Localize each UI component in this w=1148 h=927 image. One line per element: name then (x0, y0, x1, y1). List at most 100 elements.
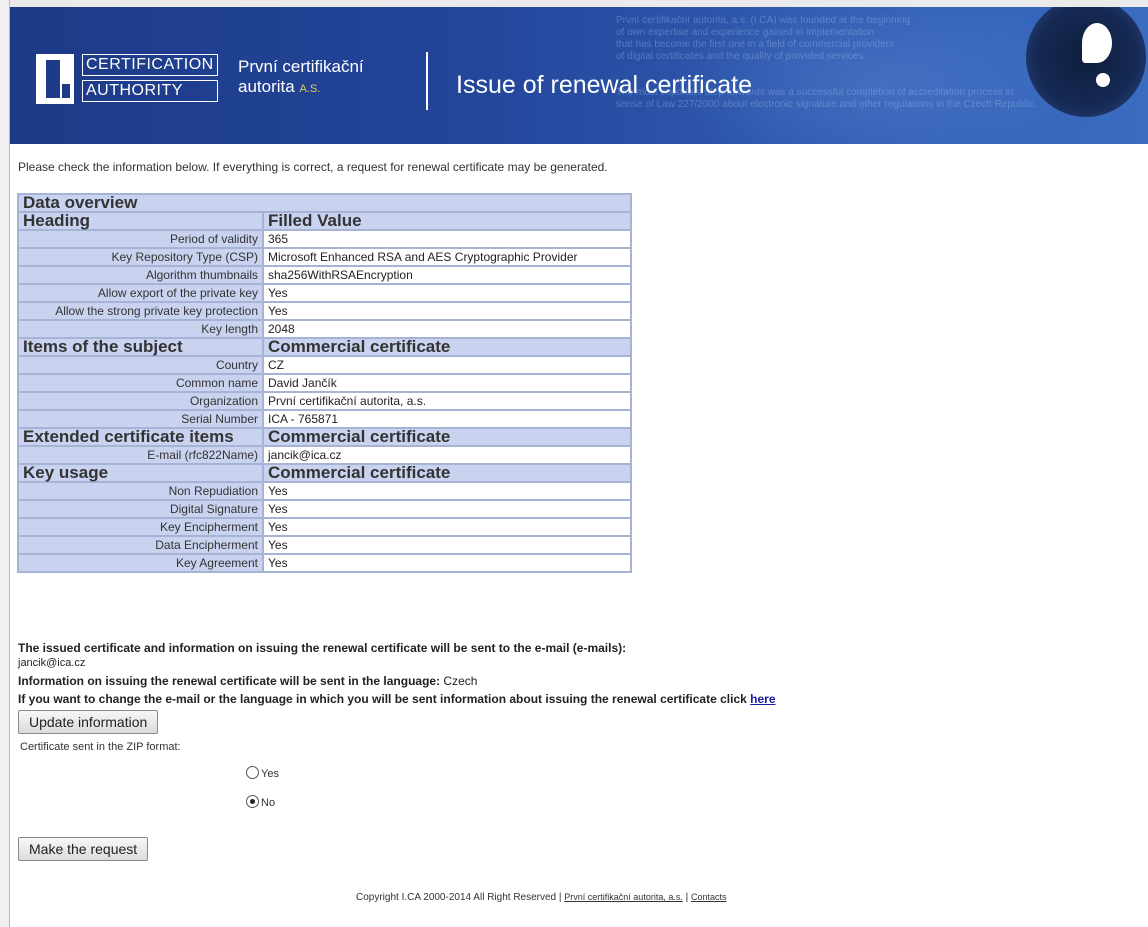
notice-change: If you want to change the e-mail or the … (18, 692, 776, 706)
section-value-heading: Commercial certificate (264, 338, 630, 355)
footer-copyright: Copyright I.CA 2000-2014 All Right Reser… (356, 892, 562, 903)
notice-language-value: Czech (443, 674, 478, 688)
row-label: Allow export of the private key (19, 285, 262, 301)
header-banner: První certifikační autorita, a.s. (I.CA)… (10, 7, 1148, 144)
notice-sent-to-label: The issued certificate and information o… (18, 641, 627, 655)
row-label: Key length (19, 321, 262, 337)
row-label: Country (19, 357, 262, 373)
row-value: Microsoft Enhanced RSA and AES Cryptogra… (264, 249, 630, 265)
row-value: Yes (264, 303, 630, 319)
row-label: E-mail (rfc822Name) (19, 447, 262, 463)
table-row: Key length 2048 (19, 321, 630, 337)
table-row: Common name David Jančík (19, 375, 630, 391)
column-filled-value: Filled Value (264, 212, 630, 229)
table-row: Organization První certifikační autorita,… (19, 393, 630, 409)
table-row: Key Agreement Yes (19, 555, 630, 571)
table-row: Serial Number ICA - 765871 (19, 411, 630, 427)
window-left-edge (0, 0, 10, 927)
row-label: Data Encipherment (19, 537, 262, 553)
column-heading: Heading (19, 212, 262, 229)
section-header-subject: Items of the subject Commercial certific… (19, 338, 630, 355)
data-overview-table: Data overview Heading Filled Value Perio… (17, 193, 632, 573)
row-value: Yes (264, 285, 630, 301)
make-request-button[interactable]: Make the request (18, 837, 149, 861)
brand-name: První certifikační autorita A.S. (238, 57, 364, 99)
row-label: Key Repository Type (CSP) (19, 249, 262, 265)
window-top-edge (0, 0, 1148, 7)
table-row: Key Encipherment Yes (19, 519, 630, 535)
footer-company-link[interactable]: První certifikační autorita, a.s. (564, 892, 683, 902)
row-value: David Jančík (264, 375, 630, 391)
table-title: Data overview (19, 194, 630, 211)
row-value: sha256WithRSAEncryption (264, 267, 630, 283)
brand-suffix: A.S. (299, 83, 321, 95)
header-divider (426, 52, 428, 110)
row-label: Common name (19, 375, 262, 391)
section-value-heading: Commercial certificate (264, 464, 630, 481)
radio-yes-label: Yes (261, 768, 279, 780)
logo-i-mark-icon (36, 54, 74, 104)
row-value: ICA - 765871 (264, 411, 630, 427)
row-value: jancik@ica.cz (264, 447, 630, 463)
footer-separator: | (685, 892, 689, 903)
radio-yes[interactable] (246, 766, 259, 779)
row-label: Organization (19, 393, 262, 409)
table-row: Allow the strong private key protection Y… (19, 303, 630, 319)
row-label: Non Repudiation (19, 483, 262, 499)
update-information-button[interactable]: Update information (18, 710, 159, 734)
row-label: Algorithm thumbnails (19, 267, 262, 283)
page-title: Issue of renewal certificate (456, 71, 752, 99)
radio-no[interactable] (246, 795, 259, 808)
zip-option-yes[interactable]: Yes (246, 765, 279, 780)
brand-line-2: autorita (238, 77, 295, 96)
table-row: Digital Signature Yes (19, 501, 630, 517)
table-row: Non Repudiation Yes (19, 483, 630, 499)
notice-change-text: If you want to change the e-mail or the … (18, 692, 747, 706)
change-here-link[interactable]: here (750, 692, 775, 706)
notice-email: jancik@ica.cz (18, 657, 86, 669)
logo-line-certification: CERTIFICATION (82, 54, 218, 76)
section-value-heading: Commercial certificate (264, 428, 630, 445)
logo-line-authority: AUTHORITY (82, 80, 218, 102)
row-label: Digital Signature (19, 501, 262, 517)
ica-logo[interactable]: CERTIFICATION AUTHORITY (36, 54, 219, 104)
row-value: 2048 (264, 321, 630, 337)
row-label: Key Agreement (19, 555, 262, 571)
row-value: Yes (264, 483, 630, 499)
section-heading: Key usage (19, 464, 262, 481)
row-value: Yes (264, 555, 630, 571)
row-label: Serial Number (19, 411, 262, 427)
zip-option-no[interactable]: No (246, 794, 275, 809)
notice-sent-to: The issued certificate and information o… (18, 641, 626, 655)
section-heading: Extended certificate items (19, 428, 262, 445)
brand-line-1: První certifikační (238, 57, 364, 76)
row-label: Period of validity (19, 231, 262, 247)
row-value: 365 (264, 231, 630, 247)
row-value: První certifikační autorita, a.s. (264, 393, 630, 409)
row-value: Yes (264, 501, 630, 517)
intro-text: Please check the information below. If e… (18, 160, 608, 174)
row-value: CZ (264, 357, 630, 373)
section-heading: Items of the subject (19, 338, 262, 355)
table-row: Algorithm thumbnails sha256WithRSAEncrypt… (19, 267, 630, 283)
logo-words: CERTIFICATION AUTHORITY (82, 54, 218, 104)
table-title-row: Data overview (19, 194, 630, 211)
section-header-key-usage: Key usage Commercial certificate (19, 464, 630, 481)
table-row: E-mail (rfc822Name) jancik@ica.cz (19, 447, 630, 463)
table-header-row: Heading Filled Value (19, 212, 630, 229)
table-row: Data Encipherment Yes (19, 537, 630, 553)
zip-format-label: Certificate sent in the ZIP format: (20, 741, 181, 753)
section-header-extended: Extended certificate items Commercial ce… (19, 428, 630, 445)
table-row: Period of validity 365 (19, 231, 630, 247)
row-value: Yes (264, 537, 630, 553)
notice-language-label: Information on issuing the renewal certi… (18, 674, 441, 688)
radio-no-label: No (261, 797, 276, 809)
notice-language: Information on issuing the renewal certi… (18, 674, 477, 688)
table-row: Key Repository Type (CSP) Microsoft Enhan… (19, 249, 630, 265)
row-label: Allow the strong private key protection (19, 303, 262, 319)
table-row: Country CZ (19, 357, 630, 373)
row-value: Yes (264, 519, 630, 535)
row-label: Key Encipherment (19, 519, 262, 535)
footer: Copyright I.CA 2000-2014 All Right Reser… (356, 892, 727, 903)
footer-contacts-link[interactable]: Contacts (691, 892, 727, 902)
